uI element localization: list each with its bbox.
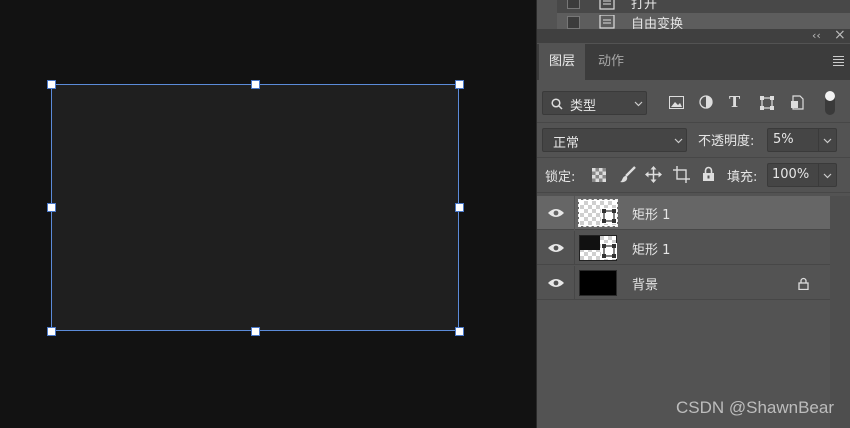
- fill-value: 100%: [772, 167, 810, 182]
- layer-name[interactable]: 背景: [632, 274, 658, 293]
- rectangle-shape[interactable]: [51, 84, 459, 331]
- shape-layer-icon: [601, 208, 617, 224]
- chevron-down-icon: [674, 138, 683, 144]
- image-filter-icon[interactable]: [669, 96, 684, 109]
- layer-row[interactable]: 背景: [537, 266, 830, 300]
- opacity-label: 不透明度:: [698, 134, 755, 149]
- opacity-value: 5%: [773, 132, 794, 147]
- history-item-label: 自由变换: [631, 17, 684, 29]
- shape-layer-icon: [601, 243, 617, 259]
- history-checkbox[interactable]: [567, 0, 580, 9]
- tab-layers[interactable]: 图层: [539, 44, 585, 80]
- transform-handle-left[interactable]: [47, 203, 56, 212]
- fill-input[interactable]: 100%: [767, 163, 837, 187]
- panel-menu-icon[interactable]: [833, 56, 844, 66]
- chevron-down-icon: [634, 101, 643, 107]
- tab-actions[interactable]: 动作: [589, 44, 633, 80]
- close-icon[interactable]: ×: [834, 27, 846, 43]
- lock-all-icon[interactable]: [702, 166, 715, 182]
- eye-icon[interactable]: [548, 243, 564, 253]
- search-icon: [551, 98, 563, 110]
- panel-header-bar: [537, 29, 850, 43]
- blend-mode-dropdown[interactable]: 正常: [542, 128, 687, 152]
- chevron-down-icon[interactable]: [823, 173, 832, 179]
- history-item[interactable]: 自由变换: [557, 13, 850, 29]
- history-item-label: 打开: [631, 0, 658, 12]
- fill-label: 填充:: [727, 170, 758, 185]
- lock-label: 锁定:: [545, 170, 576, 185]
- history-item[interactable]: 打开: [557, 0, 850, 12]
- history-checkbox[interactable]: [567, 16, 580, 29]
- separator: [537, 192, 850, 193]
- transform-handle-top[interactable]: [251, 80, 260, 89]
- shape-filter-icon[interactable]: [760, 96, 774, 110]
- separator: [537, 157, 850, 158]
- eye-icon[interactable]: [548, 278, 564, 288]
- layer-filter-label: 类型: [570, 99, 597, 114]
- layer-thumbnail: [579, 270, 617, 296]
- transform-handle-bottom[interactable]: [251, 327, 260, 336]
- separator: [537, 122, 850, 123]
- layer-filter-dropdown[interactable]: 类型: [542, 91, 647, 115]
- type-filter-icon[interactable]: T: [729, 93, 740, 111]
- watermark: CSDN @ShawnBear: [675, 398, 834, 417]
- lock-artboard-icon[interactable]: [673, 166, 690, 183]
- eye-icon[interactable]: [548, 208, 564, 218]
- layer-row[interactable]: 矩形 1: [537, 196, 830, 230]
- layer-row[interactable]: 矩形 1: [537, 231, 830, 265]
- lock-paint-icon[interactable]: [620, 166, 636, 183]
- transform-handle-bottom-left[interactable]: [47, 327, 56, 336]
- adjustment-filter-icon[interactable]: [699, 95, 713, 109]
- document-icon: [599, 0, 615, 10]
- transform-handle-top-right[interactable]: [455, 80, 464, 89]
- collapse-panels-icon[interactable]: ‹‹: [812, 29, 821, 42]
- smartobject-filter-icon[interactable]: [790, 95, 804, 110]
- lock-pixels-icon[interactable]: [592, 168, 606, 182]
- lock-icon[interactable]: [798, 277, 809, 290]
- filter-toggle-icon[interactable]: [825, 91, 835, 115]
- chevron-down-icon[interactable]: [823, 138, 832, 144]
- layer-name[interactable]: 矩形 1: [632, 204, 670, 223]
- opacity-input[interactable]: 5%: [767, 128, 837, 152]
- blend-mode-value: 正常: [553, 136, 580, 151]
- transform-handle-bottom-right[interactable]: [455, 327, 464, 336]
- lock-move-icon[interactable]: [645, 166, 662, 183]
- layers-scrollbar[interactable]: [830, 196, 850, 428]
- transform-handle-right[interactable]: [455, 203, 464, 212]
- layer-name[interactable]: 矩形 1: [632, 239, 670, 258]
- transform-handle-top-left[interactable]: [47, 80, 56, 89]
- document-icon: [599, 15, 615, 29]
